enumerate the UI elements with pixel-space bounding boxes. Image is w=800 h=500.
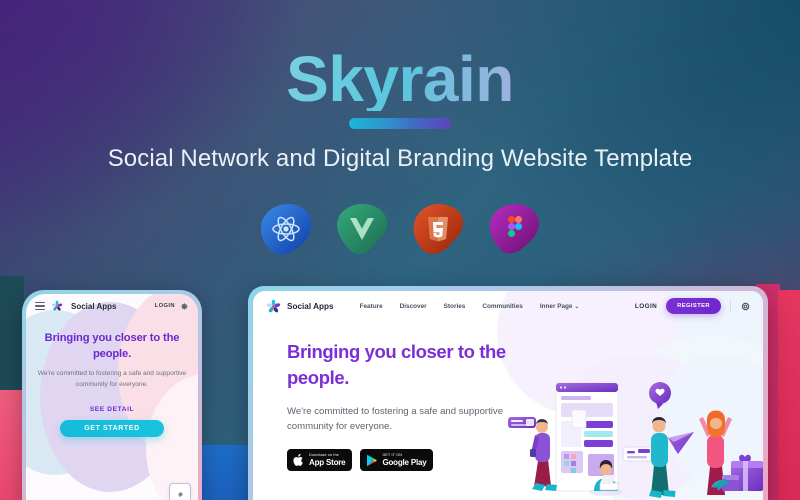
html5-icon <box>410 201 466 257</box>
desktop-logo-text: Social Apps <box>287 301 334 311</box>
badge-small-text: Download on the <box>309 452 339 457</box>
hamburger-menu-icon[interactable] <box>35 301 45 311</box>
see-detail-link[interactable]: SEE DETAIL <box>37 406 187 413</box>
nav-item-communities[interactable]: Communities <box>482 303 522 310</box>
nav-item-feature[interactable]: Feature <box>360 303 383 310</box>
apple-icon <box>293 454 303 467</box>
mobile-hero-paragraph: We're committed to fostering a safe and … <box>37 370 187 389</box>
get-started-button[interactable]: GET STARTED <box>60 419 164 437</box>
decor-teal-bar <box>0 276 24 396</box>
desktop-mockup-frame: Social Apps Feature Discover Stories Com… <box>248 286 768 500</box>
title-underline-accent <box>349 118 451 129</box>
nav-label: Stories <box>443 302 466 310</box>
nav-item-discover[interactable]: Discover <box>400 303 427 310</box>
chevron-down-icon: ⌄ <box>574 303 580 310</box>
nav-item-stories[interactable]: Stories <box>444 303 466 310</box>
nav-label: Inner Page <box>539 302 573 310</box>
register-button[interactable]: REGISTER <box>666 298 721 314</box>
mobile-settings-fab[interactable] <box>169 483 191 500</box>
mobile-mockup-screen: Social Apps LOGIN Bringing you closer to… <box>26 294 198 500</box>
badge-large-text: Google Play <box>382 457 427 467</box>
social-apps-logo-icon <box>51 300 63 311</box>
desktop-nav-list: Feature Discover Stories Communities Inn… <box>360 303 579 310</box>
badge-large-text: App Store <box>309 457 346 467</box>
nav-label: Communities <box>482 302 523 310</box>
decor-pink-bar-right <box>778 290 800 500</box>
mockup-showcase: Social Apps LOGIN Bringing you closer to… <box>0 270 800 500</box>
google-play-icon <box>367 454 378 467</box>
app-store-badge[interactable]: Download on the App Store <box>287 449 353 472</box>
mobile-login-link[interactable]: LOGIN <box>155 303 175 309</box>
badge-small-text: GET IT ON <box>382 452 403 457</box>
mobile-logo-text: Social Apps <box>71 301 117 311</box>
hero-section: Skyrain Social Network and Digital Brand… <box>0 0 800 290</box>
divider <box>730 299 731 313</box>
nav-item-inner-page[interactable]: Inner Page ⌄ <box>540 303 579 310</box>
mobile-header: Social Apps LOGIN <box>26 294 198 318</box>
react-icon <box>258 201 314 257</box>
gear-icon[interactable] <box>740 301 751 312</box>
hero-illustration <box>488 355 763 500</box>
page-title: Skyrain <box>0 47 800 111</box>
page-subtitle: Social Network and Digital Branding Webs… <box>107 145 693 172</box>
mobile-hero: Bringing you closer to the people. We're… <box>26 318 198 437</box>
gear-icon[interactable] <box>180 302 189 311</box>
decor-pink-bar-left <box>0 390 24 500</box>
desktop-navbar: Social Apps Feature Discover Stories Com… <box>253 291 763 321</box>
vue-icon <box>334 201 390 257</box>
google-play-badge[interactable]: GET IT ON Google Play <box>360 449 434 472</box>
desktop-hero: Bringing you closer to the people. We're… <box>253 321 528 472</box>
nav-label: Feature <box>359 302 383 310</box>
desktop-mockup-screen: Social Apps Feature Discover Stories Com… <box>253 291 763 500</box>
figma-icon <box>486 201 542 257</box>
gear-icon <box>177 491 183 497</box>
social-apps-logo-icon <box>266 298 281 312</box>
technology-icon-row <box>0 201 800 257</box>
nav-label: Discover <box>399 302 427 310</box>
desktop-nav-actions: LOGIN REGISTER <box>635 298 751 314</box>
desktop-login-link[interactable]: LOGIN <box>635 303 657 310</box>
mobile-hero-heading: Bringing you closer to the people. <box>44 332 180 361</box>
mobile-mockup-frame: Social Apps LOGIN Bringing you closer to… <box>22 290 202 500</box>
